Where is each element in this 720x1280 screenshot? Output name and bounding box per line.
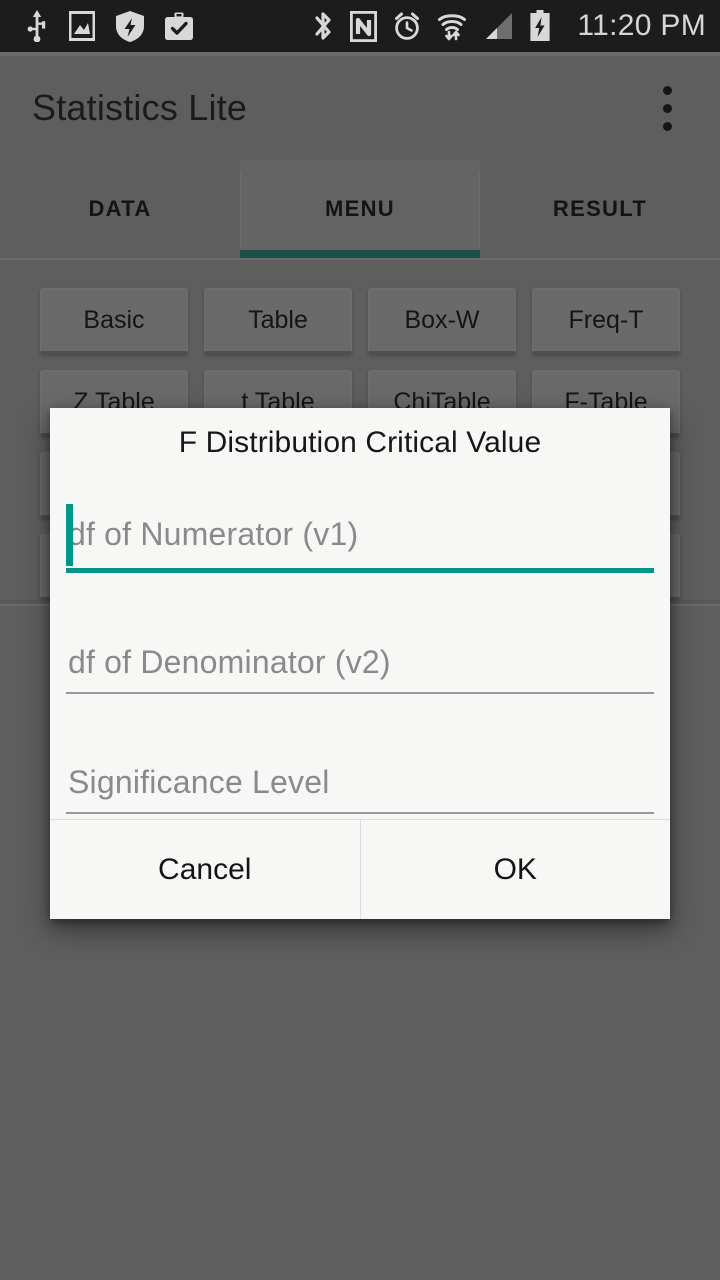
f-distribution-dialog: F Distribution Critical Value df of Nume… [50,408,670,919]
significance-level-placeholder: Significance Level [68,764,330,800]
dialog-title: F Distribution Critical Value [178,426,542,459]
dialog-fields: df of Numerator (v1) df of Denominator (… [50,504,670,814]
df-numerator-placeholder: df of Numerator (v1) [68,516,359,552]
df-denominator-field[interactable]: df of Denominator (v2) [66,646,654,694]
df-denominator-underline [66,692,654,694]
dialog-button-bar: Cancel OK [50,819,670,919]
cancel-button[interactable]: Cancel [50,820,361,919]
ok-button[interactable]: OK [360,820,670,919]
text-caret [66,504,73,566]
df-numerator-field[interactable]: df of Numerator (v1) [66,504,654,573]
significance-level-field[interactable]: Significance Level [66,766,654,814]
significance-level-underline [66,812,654,814]
phone-screen: 11:20 PM Statistics Lite DATA MENU RESUL… [0,0,720,1280]
df-denominator-placeholder: df of Denominator (v2) [68,644,391,680]
df-numerator-underline [66,568,654,573]
